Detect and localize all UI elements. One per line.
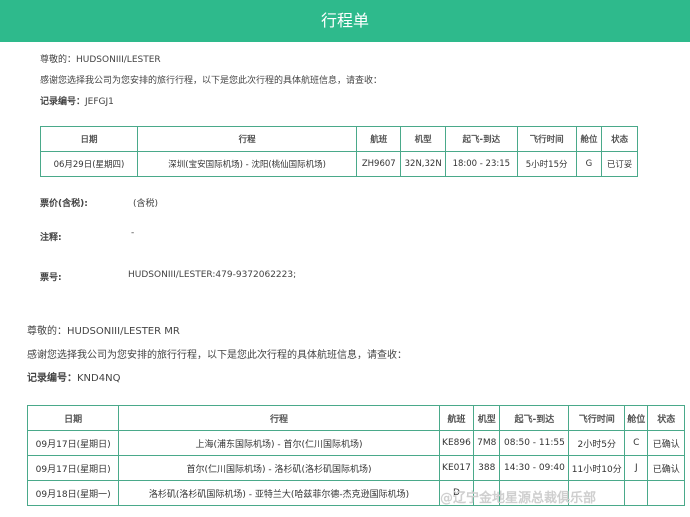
flight-table-1: 日期 行程 航班 机型 起飞-到达 飞行时间 舱位 状态 06月29日(星期四)… [40, 126, 638, 177]
cell-date: 09月17日(星期日) [26, 430, 120, 456]
cell-route: 深圳(宝安国际机场) - 沈阳(桃仙国际机场) [136, 151, 358, 177]
cell-status [647, 480, 685, 506]
record-value-2: KND4NQ [77, 373, 121, 384]
col-date: 日期 [40, 126, 138, 152]
record-label-1: 记录编号： [40, 97, 86, 107]
cell-status: 已确认 [647, 455, 685, 481]
cell-duration: 11小时10分 [568, 455, 626, 481]
cell-class: J [624, 455, 649, 481]
cell-time: 14:30 - 09:40 [499, 455, 570, 481]
table-header-row: 日期 行程 航班 机型 起飞-到达 飞行时间 舱位 状态 [26, 405, 685, 431]
col-status: 状态 [647, 405, 685, 431]
col-status: 状态 [601, 126, 638, 152]
col-aircraft: 机型 [400, 126, 447, 152]
greeting-1: 尊敬的：HUDSONIII/LESTER [40, 55, 161, 65]
ticket-value: HUDSONIII/LESTER:479-9372062223; [128, 270, 297, 280]
table-row: 09月17日(星期日) 首尔(仁川国际机场) - 洛杉矶(洛杉矶国际机场) KE… [26, 455, 685, 481]
col-time: 起飞-到达 [445, 126, 518, 152]
col-duration: 飞行时间 [568, 405, 626, 431]
cell-flight: KE017 [438, 455, 475, 481]
cell-route: 首尔(仁川国际机场) - 洛杉矶(洛杉矶国际机场) [118, 455, 440, 481]
watermark: @辽宁金地星源总裁俱乐部 [440, 491, 597, 506]
cell-aircraft: 32N,32N [400, 151, 447, 177]
col-route: 行程 [136, 126, 358, 152]
cell-date: 06月29日(星期四) [40, 151, 138, 177]
fare-label: 票价(含税): [40, 199, 88, 209]
cell-status: 已确认 [647, 430, 685, 456]
cell-date: 09月17日(星期日) [26, 455, 120, 481]
intro-2: 感谢您选择我公司为您安排的旅行行程，以下是您此次行程的具体航班信息，请查收： [27, 350, 407, 361]
cell-time: 18:00 - 23:15 [445, 151, 518, 177]
record-label-2: 记录编号： [27, 373, 77, 384]
cell-time: 08:50 - 11:55 [499, 430, 570, 456]
table-header-row: 日期 行程 航班 机型 起飞-到达 飞行时间 舱位 状态 [40, 126, 638, 152]
greeting-2: 尊敬的：HUDSONIII/LESTER MR [27, 326, 180, 337]
col-duration: 飞行时间 [516, 126, 577, 152]
cell-route: 上海(浦东国际机场) - 首尔(仁川国际机场) [118, 430, 440, 456]
fare-value: (含税) [133, 199, 159, 209]
record-number-2: 记录编号：KND4NQ [27, 369, 120, 384]
cell-flight: KE896 [438, 430, 475, 456]
page-header: 行程单 [0, 0, 690, 42]
cell-class: C [624, 430, 649, 456]
col-flight: 航班 [438, 405, 475, 431]
col-time: 起飞-到达 [499, 405, 570, 431]
ticket-label: 票号: [40, 273, 62, 283]
cell-date: 09月18日(星期一) [26, 480, 120, 506]
col-flight: 航班 [356, 126, 402, 152]
cell-duration: 5小时15分 [516, 151, 577, 177]
cell-class [624, 480, 649, 506]
col-route: 行程 [118, 405, 440, 431]
cell-class: G [575, 151, 603, 177]
cell-flight: ZH9607 [356, 151, 402, 177]
page-title: 行程单 [320, 11, 369, 30]
col-class: 舱位 [575, 126, 603, 152]
record-value-1: JEFGJ1 [85, 97, 114, 107]
cell-status: 已订妥 [601, 151, 638, 177]
cell-route: 洛杉矶(洛杉矶国际机场) - 亚特兰大(哈兹菲尔德-杰克逊国际机场) [118, 480, 440, 506]
intro-1: 感谢您选择我公司为您安排的旅行行程，以下是您此次行程的具体航班信息，请查收： [40, 76, 383, 86]
cell-duration: 2小时5分 [568, 430, 626, 456]
col-date: 日期 [26, 405, 120, 431]
note-label: 注释: [40, 233, 62, 243]
table-row: 06月29日(星期四) 深圳(宝安国际机场) - 沈阳(桃仙国际机场) ZH96… [40, 151, 638, 177]
record-number-1: 记录编号：JEFGJ1 [40, 94, 114, 107]
note-value: - [131, 228, 135, 238]
cell-aircraft: 7M8 [473, 430, 501, 456]
col-class: 舱位 [624, 405, 649, 431]
col-aircraft: 机型 [473, 405, 501, 431]
table-row: 09月17日(星期日) 上海(浦东国际机场) - 首尔(仁川国际机场) KE89… [26, 430, 685, 456]
cell-aircraft: 388 [473, 455, 501, 481]
